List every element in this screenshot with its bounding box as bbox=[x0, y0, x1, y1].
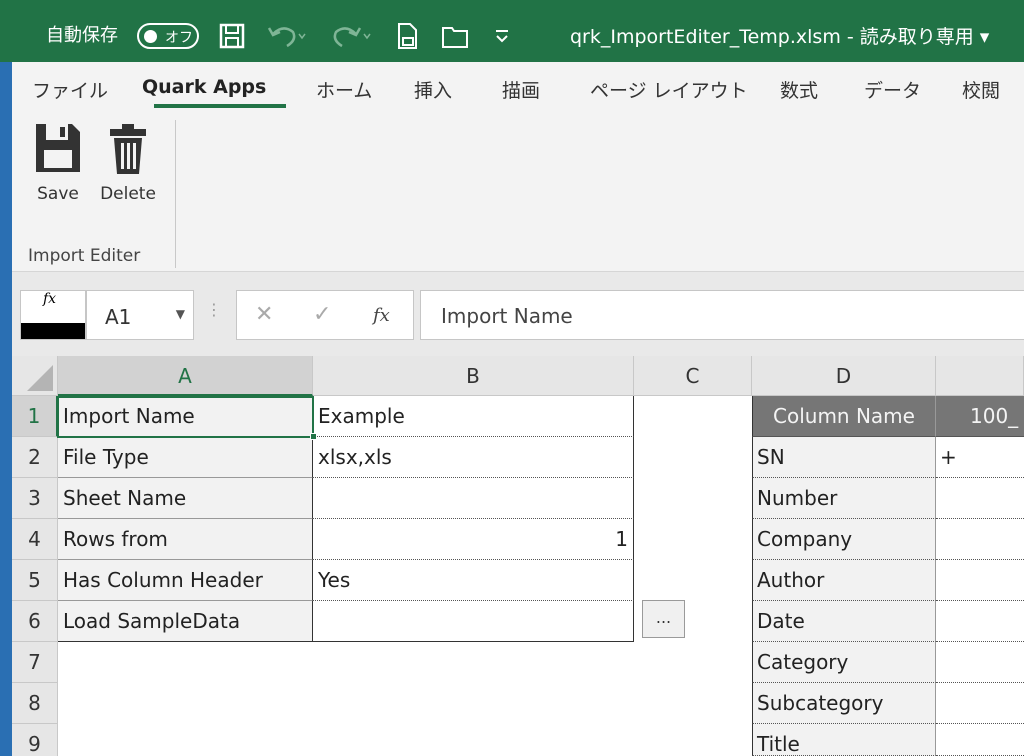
tab-home[interactable]: ホーム bbox=[316, 76, 372, 103]
row-header-5[interactable]: 5 bbox=[12, 560, 58, 601]
row-header-6[interactable]: 6 bbox=[12, 601, 58, 642]
cancel-icon[interactable]: ✕ bbox=[255, 302, 273, 327]
enter-icon[interactable]: ✓ bbox=[313, 302, 331, 327]
mapping-header-cell[interactable]: Column Name bbox=[752, 396, 936, 437]
active-cell-selection bbox=[57, 396, 314, 438]
chevron-down-icon[interactable]: ▼ bbox=[176, 307, 185, 321]
row-header-3[interactable]: 3 bbox=[12, 478, 58, 519]
mapping-value-cell[interactable]: + bbox=[936, 437, 1024, 478]
ribbon-tabs: ファイル Quark Apps ホーム 挿入 描画 ページ レイアウト 数式 デ… bbox=[12, 62, 1024, 114]
formula-buttons: ✕ ✓ fx bbox=[236, 290, 414, 340]
undo-icon[interactable] bbox=[265, 22, 309, 54]
autosave-toggle[interactable]: オフ bbox=[137, 23, 199, 49]
setting-value-cell[interactable] bbox=[313, 478, 634, 519]
tab-data[interactable]: データ bbox=[864, 76, 921, 103]
formula-input[interactable]: Import Name bbox=[420, 290, 1024, 340]
mapping-value-cell[interactable] bbox=[936, 683, 1024, 724]
delete-label: Delete bbox=[100, 184, 156, 204]
mapping-name-cell[interactable]: Title bbox=[752, 724, 936, 756]
color-bar bbox=[21, 323, 85, 339]
document-icon[interactable] bbox=[394, 22, 420, 54]
mapping-value-cell[interactable] bbox=[936, 642, 1024, 683]
setting-label-cell[interactable]: Load SampleData bbox=[58, 601, 313, 642]
setting-value-cell[interactable]: xlsx,xls bbox=[313, 437, 634, 478]
save-button[interactable]: Save bbox=[32, 120, 84, 204]
row-header-7[interactable]: 7 bbox=[12, 642, 58, 683]
formula-content: Import Name bbox=[441, 304, 573, 328]
setting-label-cell[interactable]: File Type bbox=[58, 437, 313, 478]
save-icon[interactable] bbox=[218, 22, 246, 54]
tab-quark-apps[interactable]: Quark Apps bbox=[142, 76, 266, 98]
save-label: Save bbox=[37, 184, 79, 204]
setting-value-cell[interactable] bbox=[313, 601, 634, 642]
window-title: qrk_ImportEditer_Temp.xlsm - 読み取り専用 ▾ bbox=[570, 26, 990, 48]
mapping-name-cell[interactable]: SN bbox=[752, 437, 936, 478]
cell-reference: A1 bbox=[105, 305, 132, 329]
setting-label-cell[interactable]: Sheet Name bbox=[58, 478, 313, 519]
folder-icon[interactable] bbox=[440, 22, 470, 54]
row-header-8[interactable]: 8 bbox=[12, 683, 58, 724]
setting-value-cell[interactable]: Example bbox=[313, 396, 634, 437]
active-tab-indicator bbox=[154, 104, 286, 108]
autosave-state: オフ bbox=[165, 30, 193, 46]
mapping-value-cell[interactable] bbox=[936, 601, 1024, 642]
name-box[interactable]: A1 ▼ bbox=[86, 290, 194, 340]
mapping-name-cell[interactable]: Company bbox=[752, 519, 936, 560]
column-header-e[interactable] bbox=[936, 356, 1024, 396]
customize-toolbar-icon[interactable] bbox=[492, 22, 512, 54]
column-header-c[interactable]: C bbox=[634, 356, 752, 396]
mapping-name-cell[interactable]: Category bbox=[752, 642, 936, 683]
tab-draw[interactable]: 描画 bbox=[502, 76, 540, 103]
ribbon: Save Delete Import Editer bbox=[12, 114, 1024, 272]
setting-label-cell[interactable]: Rows from bbox=[58, 519, 313, 560]
select-all-button[interactable] bbox=[12, 356, 58, 396]
mapping-name-cell[interactable]: Number bbox=[752, 478, 936, 519]
mapping-name-cell[interactable]: Subcategory bbox=[752, 683, 936, 724]
load-sample-data-button[interactable]: ... bbox=[642, 600, 685, 638]
formula-bar: fx A1 ▼ ⋮ ✕ ✓ fx Import Name bbox=[12, 272, 1024, 356]
select-all-triangle bbox=[27, 365, 53, 391]
floppy-disk-icon bbox=[36, 124, 80, 172]
row-header-9[interactable]: 9 bbox=[12, 724, 58, 756]
mapping-name-cell[interactable]: Date bbox=[752, 601, 936, 642]
row-header-2[interactable]: 2 bbox=[12, 437, 58, 478]
insert-function-button[interactable]: fx bbox=[373, 305, 390, 326]
font-color-swatch[interactable]: fx bbox=[20, 290, 86, 340]
column-header-a[interactable]: A bbox=[58, 356, 313, 396]
row-header-4[interactable]: 4 bbox=[12, 519, 58, 560]
tab-insert[interactable]: 挿入 bbox=[414, 76, 452, 103]
redo-icon[interactable] bbox=[328, 22, 372, 54]
delete-button[interactable]: Delete bbox=[96, 120, 160, 204]
mapping-value-cell[interactable] bbox=[936, 519, 1024, 560]
mapping-header-next-cell[interactable]: 100_ bbox=[936, 396, 1024, 437]
mapping-value-cell[interactable] bbox=[936, 560, 1024, 601]
setting-value-cell[interactable]: 1 bbox=[313, 519, 634, 560]
column-header-b[interactable]: B bbox=[313, 356, 634, 396]
window-edge bbox=[0, 62, 12, 756]
tab-formulas[interactable]: 数式 bbox=[780, 76, 818, 103]
setting-value-cell[interactable]: Yes bbox=[313, 560, 634, 601]
tab-page-layout[interactable]: ページ レイアウト bbox=[590, 76, 748, 103]
ribbon-group-separator bbox=[175, 120, 176, 268]
mapping-value-cell[interactable] bbox=[936, 478, 1024, 519]
mapping-name-cell[interactable]: Author bbox=[752, 560, 936, 601]
toggle-knob bbox=[144, 30, 157, 43]
setting-label-cell[interactable]: Has Column Header bbox=[58, 560, 313, 601]
tab-file[interactable]: ファイル bbox=[32, 76, 108, 103]
row-header-1[interactable]: 1 bbox=[12, 396, 58, 437]
column-header-d[interactable]: D bbox=[752, 356, 936, 396]
mapping-value-cell[interactable] bbox=[936, 724, 1024, 756]
fx-label: fx bbox=[43, 291, 57, 307]
autosave-label: 自動保存 bbox=[46, 25, 118, 46]
trash-icon bbox=[110, 124, 146, 174]
drag-handle-icon[interactable]: ⋮ bbox=[206, 300, 222, 319]
title-bar: 自動保存 オフ qrk_ImportEditer_Temp.xlsm - 読み取… bbox=[0, 0, 1024, 62]
fill-handle[interactable] bbox=[310, 433, 317, 440]
tab-review[interactable]: 校閲 bbox=[962, 76, 1000, 103]
ribbon-group-label: Import Editer bbox=[28, 246, 141, 266]
